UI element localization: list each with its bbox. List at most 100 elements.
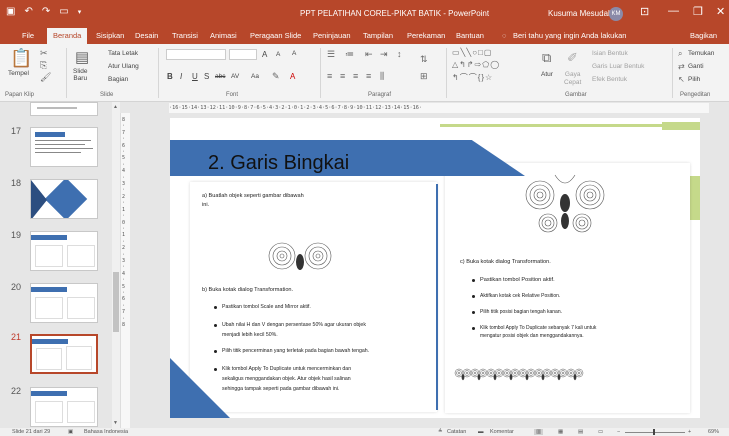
- tab-peninjauan[interactable]: Peninjauan: [313, 31, 351, 40]
- shapes-gallery-icon[interactable]: ↰⌒⌒{}☆: [452, 72, 493, 83]
- slide-sorter-icon[interactable]: ▦: [558, 429, 563, 435]
- quick-styles-button[interactable]: Gaya Cepat: [564, 71, 581, 87]
- bullets-icon[interactable]: ☰: [327, 49, 335, 60]
- paste-button[interactable]: Tempel: [8, 70, 29, 77]
- slide-canvas[interactable]: c) Buka kotak dialog Transformation. Pas…: [170, 118, 700, 418]
- slide-title[interactable]: 2. Garis Bingkai: [208, 152, 349, 175]
- slideshow-view-icon[interactable]: ▭: [598, 429, 603, 435]
- numbering-icon[interactable]: ≔: [345, 49, 354, 60]
- zoom-slider-thumb[interactable]: [653, 429, 655, 435]
- slide-thumbnail-18[interactable]: [30, 179, 98, 219]
- shapes-gallery-icon[interactable]: ▭╲╲○□▢: [452, 48, 492, 57]
- shape-outline-button[interactable]: Garis Luar Bentuk: [592, 63, 644, 70]
- select-icon[interactable]: ↖: [678, 75, 685, 84]
- font-name-select[interactable]: [166, 49, 226, 60]
- slide-thumbnail-20[interactable]: [30, 283, 98, 323]
- tell-me-input[interactable]: Beri tahu yang ingin Anda lakukan: [513, 31, 626, 40]
- clear-format-button[interactable]: A: [292, 50, 296, 57]
- tab-sisipkan[interactable]: Sisipkan: [96, 31, 124, 40]
- avatar[interactable]: KM: [609, 7, 623, 21]
- save-icon[interactable]: ▣: [6, 6, 15, 17]
- shrink-font-button[interactable]: A: [276, 51, 280, 58]
- replace-icon[interactable]: ⇄: [678, 62, 685, 71]
- tab-file[interactable]: File: [22, 31, 34, 40]
- arrange-button[interactable]: Atur: [541, 71, 553, 78]
- tab-bantuan[interactable]: Bantuan: [456, 31, 484, 40]
- normal-view-icon[interactable]: ▥: [534, 429, 544, 435]
- paste-icon[interactable]: 📋: [10, 48, 32, 69]
- user-name[interactable]: Kusuma Mesudah: [548, 9, 612, 18]
- text-direction-icon[interactable]: ⇅: [420, 54, 428, 65]
- find-icon[interactable]: ⌕: [678, 49, 682, 59]
- spellcheck-icon[interactable]: ▣: [68, 429, 73, 435]
- font-size-select[interactable]: [229, 49, 257, 60]
- shapes-gallery-icon[interactable]: △↰↱⇨⬠◯: [452, 60, 500, 69]
- align-center-icon[interactable]: ≡: [340, 71, 345, 81]
- change-case-button[interactable]: Aa: [251, 73, 259, 80]
- comments-icon[interactable]: ▬: [478, 429, 484, 435]
- layout-button[interactable]: Tata Letak: [108, 50, 138, 57]
- char-spacing-button[interactable]: AV: [231, 73, 239, 80]
- arrange-icon[interactable]: ⧉: [542, 50, 551, 66]
- copy-icon[interactable]: ⎘: [40, 60, 47, 71]
- left-content-box[interactable]: a) Buatlah objek seperti gambar dibawah …: [190, 182, 437, 412]
- columns-icon[interactable]: ⫼: [380, 71, 384, 82]
- tab-beranda[interactable]: Beranda: [47, 28, 88, 44]
- close-icon[interactable]: ✕: [716, 5, 725, 18]
- shape-effects-button[interactable]: Efek Bentuk: [592, 76, 627, 83]
- shape-fill-button[interactable]: Isian Bentuk: [592, 50, 628, 57]
- tab-transisi[interactable]: Transisi: [172, 31, 198, 40]
- right-content-box[interactable]: c) Buka kotak dialog Transformation. Pas…: [445, 163, 690, 413]
- section-button[interactable]: Bagian: [108, 76, 128, 83]
- comments-button[interactable]: Komentar: [490, 429, 514, 435]
- reading-view-icon[interactable]: ▤: [578, 429, 583, 435]
- slide-thumbnail-16[interactable]: [30, 102, 98, 116]
- thumbnail-scrollbar[interactable]: ▲ ▼: [112, 102, 120, 428]
- select-button[interactable]: Pilih: [688, 76, 700, 83]
- slide-thumbnail-17[interactable]: [30, 127, 98, 167]
- maximize-icon[interactable]: ❐: [693, 5, 703, 18]
- ribbon-display-options-icon[interactable]: ⊡: [640, 5, 649, 18]
- zoom-level[interactable]: 69%: [708, 429, 719, 435]
- new-slide-button[interactable]: Slide Baru: [73, 68, 87, 82]
- scroll-down-icon[interactable]: ▼: [113, 420, 118, 426]
- language-indicator[interactable]: Bahasa Indonesia: [84, 429, 128, 435]
- zoom-slider[interactable]: [625, 432, 685, 433]
- slide-thumbnail-21[interactable]: [30, 334, 98, 374]
- increase-indent-icon[interactable]: ⇥: [380, 49, 388, 60]
- slide-thumbnail-22[interactable]: [30, 387, 98, 427]
- zoom-in-icon[interactable]: +: [688, 429, 691, 435]
- reset-button[interactable]: Atur Ulang: [108, 63, 139, 70]
- justify-icon[interactable]: ≡: [366, 71, 371, 81]
- align-right-icon[interactable]: ≡: [353, 71, 358, 81]
- scroll-up-icon[interactable]: ▲: [113, 104, 118, 110]
- italic-button[interactable]: I: [180, 72, 182, 81]
- align-left-icon[interactable]: ≡: [327, 71, 332, 81]
- minimize-icon[interactable]: —: [668, 5, 679, 17]
- format-painter-icon[interactable]: 🖌: [40, 72, 51, 83]
- scroll-thumb[interactable]: [113, 272, 119, 332]
- tab-animasi[interactable]: Animasi: [210, 31, 237, 40]
- zoom-out-icon[interactable]: −: [617, 429, 620, 435]
- tab-desain[interactable]: Desain: [135, 31, 158, 40]
- redo-icon[interactable]: ↷: [42, 6, 50, 17]
- customize-qat-icon[interactable]: ▾: [78, 8, 82, 17]
- smartart-icon[interactable]: ⊞: [420, 71, 428, 82]
- tab-tampilan[interactable]: Tampilan: [363, 31, 393, 40]
- tab-peragaan-slide[interactable]: Peragaan Slide: [250, 31, 301, 40]
- notes-button[interactable]: Catatan: [447, 429, 466, 435]
- start-slideshow-icon[interactable]: ▭: [59, 6, 68, 17]
- undo-icon[interactable]: ↶: [24, 6, 32, 17]
- decrease-indent-icon[interactable]: ⇤: [365, 49, 373, 60]
- replace-button[interactable]: Ganti: [688, 63, 704, 70]
- shadow-button[interactable]: S: [204, 72, 209, 81]
- find-button[interactable]: Temukan: [688, 50, 714, 57]
- bold-button[interactable]: B: [167, 72, 173, 81]
- cut-icon[interactable]: ✂: [40, 48, 48, 59]
- strikethrough-button[interactable]: abc: [215, 73, 225, 80]
- share-button[interactable]: Bagikan: [690, 31, 717, 40]
- highlight-icon[interactable]: ✎: [272, 71, 280, 82]
- line-spacing-icon[interactable]: ↕: [397, 49, 402, 59]
- new-slide-icon[interactable]: ▤: [75, 48, 89, 66]
- grow-font-button[interactable]: A: [262, 50, 267, 59]
